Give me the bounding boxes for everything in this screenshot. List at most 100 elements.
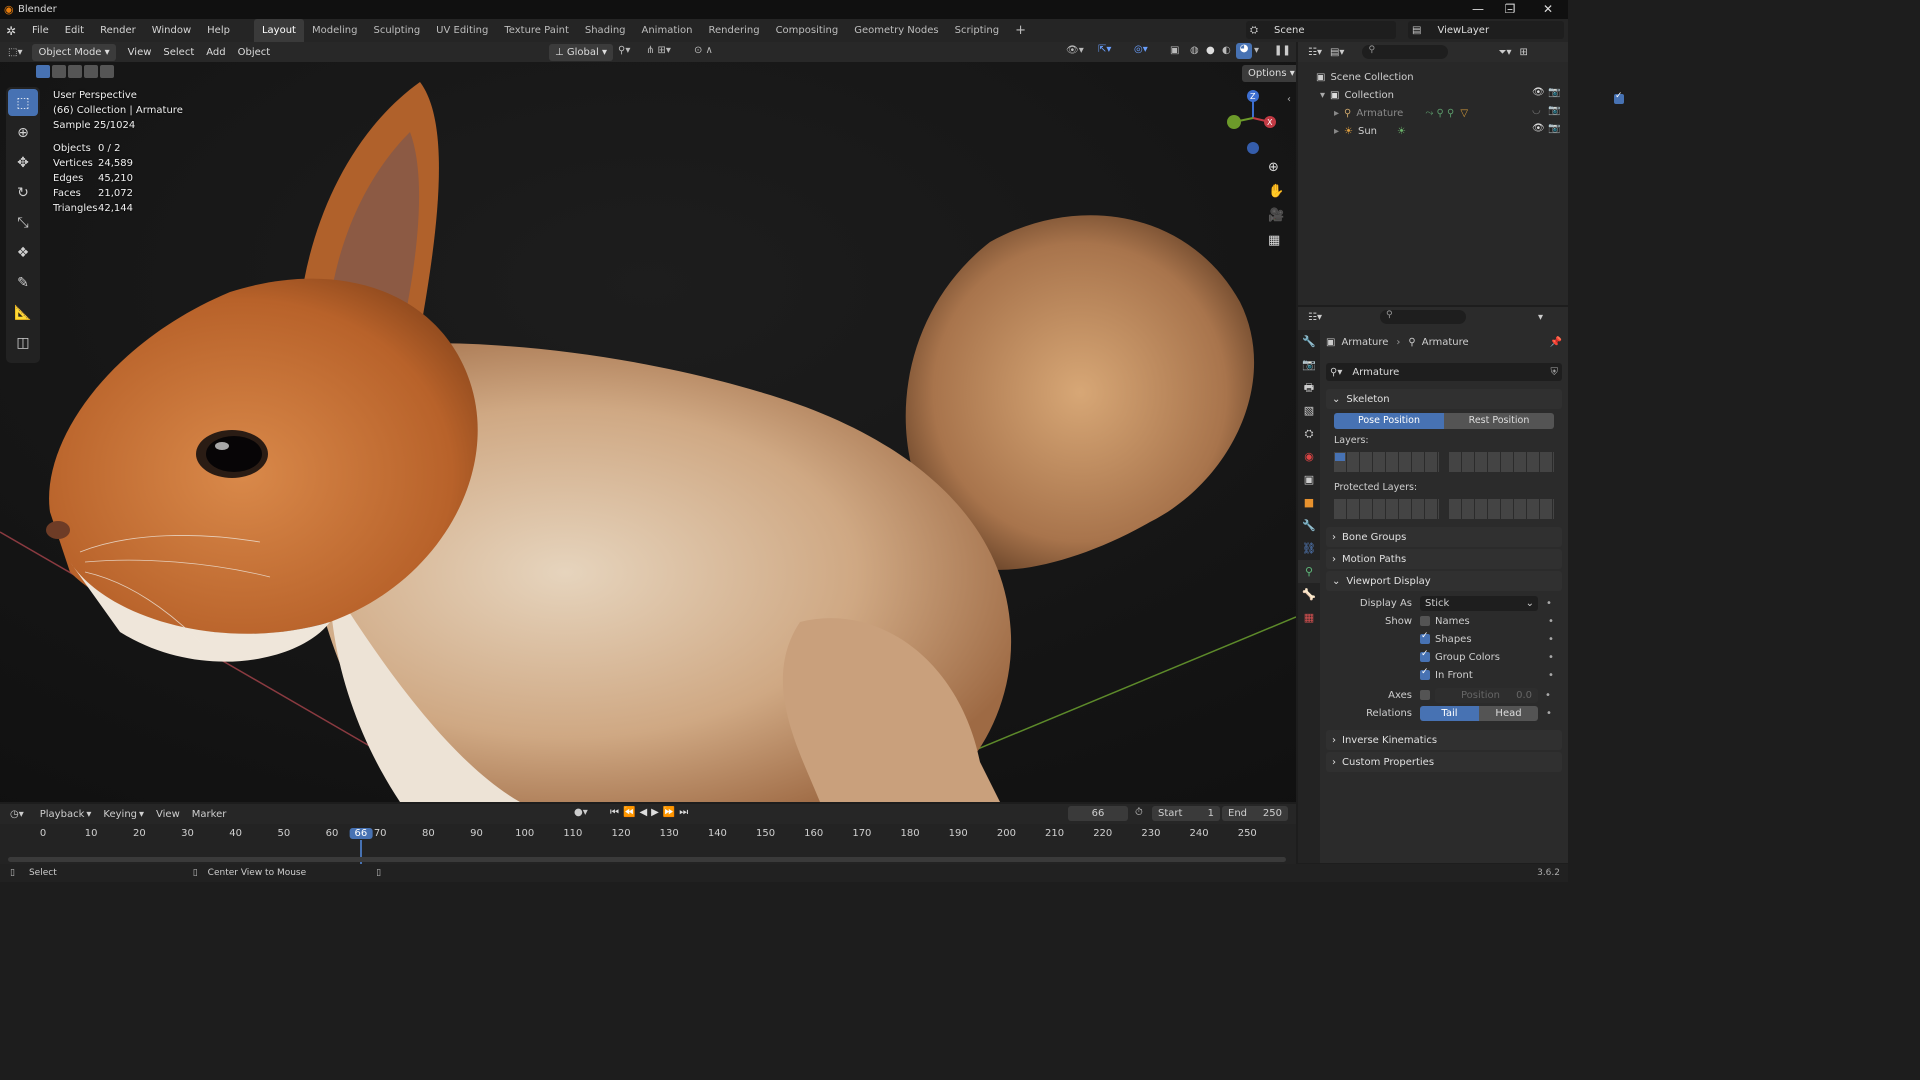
world-tab-icon[interactable]: ◉ [1298,445,1320,468]
expand-arrow-icon[interactable]: ▸ [1334,126,1339,137]
select-invert-icon[interactable] [84,65,98,78]
add-cube-tool-icon[interactable]: ◫ [8,329,38,356]
workspace-tab-shading[interactable]: Shading [577,19,634,42]
scene-tab-icon[interactable]: ⛭ [1298,422,1320,445]
minimize-button[interactable]: — [1462,0,1494,19]
options-dropdown[interactable]: Options ▾ [1242,65,1296,82]
menu-window[interactable]: Window [144,19,199,42]
scene-selector[interactable]: ⛭ Scene [1246,21,1396,39]
visibility-icon[interactable]: 👁▾ [1066,45,1084,56]
modifier-tab-icon[interactable]: 🔧 [1298,514,1320,537]
fake-user-icon[interactable]: ⛨ [1551,367,1559,378]
shading-options-icon[interactable]: ▾ [1254,45,1259,56]
custom-properties-panel-header[interactable]: › Custom Properties [1326,752,1562,772]
timeline-menu-keying[interactable]: Keying [103,809,137,820]
axes-checkbox[interactable] [1420,690,1430,700]
select-intersect-icon[interactable] [100,65,114,78]
solid-shading-icon[interactable]: ● [1206,45,1215,56]
collapse-sidebar-icon[interactable]: ‹ [1287,94,1291,105]
group-colors-checkbox[interactable] [1420,649,1430,662]
playback-controls-icon[interactable]: ⏮⏪◀▶⏩⏭ [610,807,692,818]
collection-tab-icon[interactable]: ▣ [1298,468,1320,491]
mode-dropdown[interactable]: Object Mode ▾ [32,43,116,61]
inverse-kinematics-panel-header[interactable]: › Inverse Kinematics [1326,730,1562,750]
select-new-icon[interactable] [36,65,50,78]
bone-tab-icon[interactable]: 🦴 [1298,583,1320,606]
filter-icon[interactable]: ⏷▾ [1498,47,1511,58]
axes-position-field[interactable]: Position 0.0 [1435,687,1538,703]
collapse-arrow-icon[interactable]: ▾ [1320,90,1325,101]
workspace-tab-sculpting[interactable]: Sculpting [365,19,428,42]
active-layer-cell[interactable] [1335,453,1345,461]
snap-icon[interactable]: ⋔ ⊞▾ [646,45,671,56]
start-frame-field[interactable]: Start 1 [1152,806,1220,821]
collection-render-icon[interactable]: 📷 [1548,87,1560,98]
timeline-menu-marker[interactable]: Marker [192,809,227,820]
in-front-checkbox[interactable] [1420,667,1430,680]
workspace-tab-scripting[interactable]: Scripting [947,19,1007,42]
workspace-tab-geometry-nodes[interactable]: Geometry Nodes [846,19,946,42]
editor-type-icon[interactable]: ⬚▾ [8,47,22,58]
pivot-icon[interactable]: ⚲▾ [618,45,630,56]
rendered-shading-icon[interactable]: ◕ [1236,43,1252,59]
keyframe-dot-icon[interactable]: • [1548,634,1554,645]
workspace-tab-animation[interactable]: Animation [634,19,701,42]
shapes-checkbox[interactable] [1420,631,1430,644]
viewport-display-panel-header[interactable]: ⌄ Viewport Display [1326,571,1562,591]
texture-tab-icon[interactable]: ▦ [1298,606,1320,629]
workspace-tab-layout[interactable]: Layout [253,19,304,42]
timeline-menu-playback[interactable]: Playback [40,809,85,820]
timeline-menu-view[interactable]: View [156,809,180,820]
output-tab-icon[interactable]: 🖶 [1298,376,1320,399]
annotate-tool-icon[interactable]: ✎ [8,269,38,296]
bone-groups-panel-header[interactable]: › Bone Groups [1326,527,1562,547]
proportional-edit-icon[interactable]: ⊙ ∧ [694,45,713,56]
3d-viewport[interactable]: User Perspective (66) Collection | Armat… [0,62,1296,802]
gizmo-y-axis[interactable] [1227,115,1241,129]
outliner-item-sun[interactable]: ▸ ☀ Sun ☀ 👁 📷 [1298,122,1568,140]
preview-range-icon[interactable]: ⏱ [1135,807,1143,818]
keyframe-dot-icon[interactable]: • [1546,708,1552,719]
keyframe-dot-icon[interactable]: • [1548,616,1554,627]
armature-render-icon[interactable]: 📷 [1548,105,1560,116]
display-as-dropdown[interactable]: Stick ⌄ [1420,595,1538,611]
gizmo-neg-z-axis[interactable] [1247,142,1259,154]
camera-view-icon[interactable]: 🎥 [1268,208,1284,223]
close-button[interactable]: ✕ [1532,0,1564,19]
navigation-gizmo[interactable]: Z X [1222,86,1282,156]
gizmo-toggle-icon[interactable]: ⇱▾ [1098,44,1111,55]
select-box-tool-icon[interactable]: ⬚ [8,89,38,116]
armature-data-tab-icon[interactable]: ⚲ [1298,560,1320,583]
pan-hand-icon[interactable]: ✋ [1268,184,1284,199]
bone-layers-grid[interactable] [1334,452,1562,472]
transform-orientation-dropdown[interactable]: ⊥ Global ▾ [549,44,613,61]
wireframe-shading-icon[interactable]: ◍ [1190,45,1199,56]
keyframe-dot-icon[interactable]: • [1546,598,1552,609]
cursor-tool-icon[interactable]: ⊕ [8,119,38,146]
transform-tool-icon[interactable]: ❖ [8,239,38,266]
collection-include-checkbox[interactable] [1613,91,1624,104]
sun-eye-icon[interactable]: 👁 [1532,123,1545,134]
object-tab-icon[interactable]: ■ [1298,491,1320,514]
timeline-scrollbar[interactable] [8,857,1286,862]
select-extend-icon[interactable] [52,65,66,78]
display-mode-icon[interactable]: ▤▾ [1330,47,1344,58]
menu-edit[interactable]: Edit [57,19,92,42]
maximize-button[interactable]: ❐ [1494,0,1526,19]
pause-render-icon[interactable]: ❚❚ [1274,45,1291,56]
outliner-search-input[interactable]: ⚲ [1362,45,1449,59]
workspace-tab-modeling[interactable]: Modeling [304,19,366,42]
constraint-tab-icon[interactable]: ⛓ [1298,537,1320,560]
menu-help[interactable]: Help [199,19,238,42]
relations-head-button[interactable]: Head [1479,705,1538,721]
render-tab-icon[interactable]: 📷 [1298,353,1320,376]
timeline-editor-type-icon[interactable]: ◷▾ [10,809,24,820]
sun-render-icon[interactable]: 📷 [1548,123,1560,134]
current-frame-indicator[interactable]: 66 [349,828,373,839]
viewport-menu-view[interactable]: View [128,47,152,58]
view-layer-selector[interactable]: ▤ ViewLayer [1408,21,1564,39]
tool-tab-icon[interactable]: 🔧 [1298,330,1320,353]
rest-position-button[interactable]: Rest Position [1444,413,1554,429]
add-workspace-icon[interactable]: + [1007,19,1034,42]
scale-tool-icon[interactable]: ⤡ [8,209,38,236]
